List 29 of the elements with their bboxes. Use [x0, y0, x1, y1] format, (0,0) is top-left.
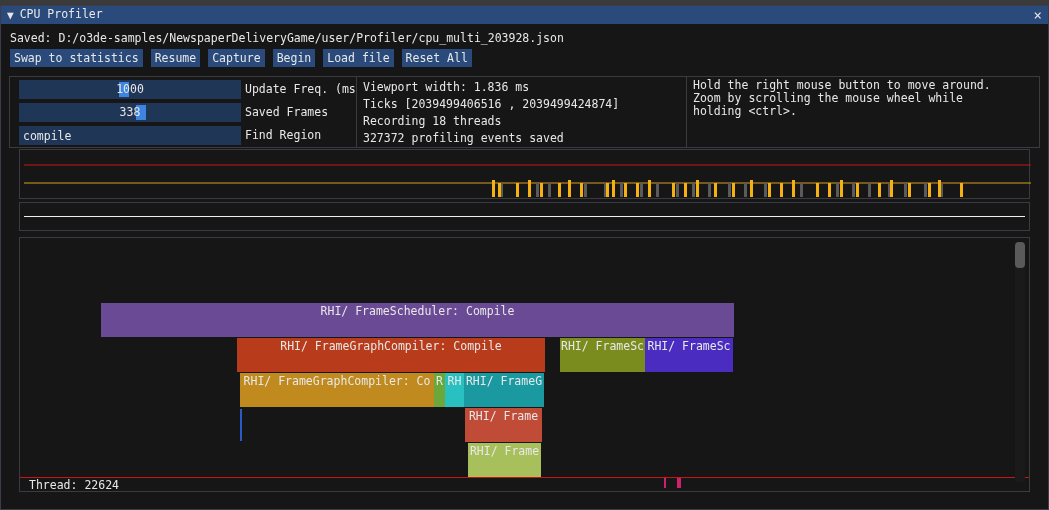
toolbar-button[interactable]: Swap to statistics: [10, 49, 143, 67]
hint-text: Hold the right mouse button to move around. Zoom by scrolling the mouse wheel while holding <ctrl>.: [693, 79, 992, 118]
info-text: Recording 18 threads: [363, 113, 503, 130]
control-label: Saved Frames: [245, 103, 329, 121]
profiler-region-bar[interactable]: RHI/ FrameGraphCompiler: Compile: [237, 338, 545, 372]
window-title: CPU Profiler: [19, 6, 103, 24]
info-text: 327372 profiling events saved: [363, 130, 565, 147]
toolbar-button[interactable]: Resume: [150, 49, 201, 67]
toolbar-button[interactable]: Load file: [323, 49, 394, 67]
control-label: Update Freq. (ms: [245, 80, 356, 98]
profiler-region-bar[interactable]: RHI/ FrameScheduler: Compile: [101, 303, 734, 337]
saved-path-text: Saved: D:/o3de-samples/NewspaperDeliveryGame/user/Profiler/cpu_multi_203928.json: [10, 30, 565, 46]
event-marker: [677, 478, 681, 488]
thread-label: Thread: 22624: [29, 478, 119, 492]
collapse-toggle[interactable]: ▼: [7, 9, 14, 21]
info-text: Viewport width: 1.836 ms: [363, 79, 531, 96]
scrollbar[interactable]: [1015, 242, 1025, 482]
event-marker: [240, 409, 242, 441]
event-marker: [664, 478, 666, 488]
toolbar-button[interactable]: Capture: [208, 49, 265, 67]
scrollbar-thumb[interactable]: [1015, 242, 1025, 268]
toolbar-button[interactable]: Begin: [272, 49, 316, 67]
control-label: Find Region: [245, 126, 322, 144]
profiler-region-bar[interactable]: RHI/ FrameSc: [645, 338, 733, 372]
toolbar-button[interactable]: Reset All: [401, 49, 472, 67]
info-text: Ticks [2039499406516 , 2039499424874]: [363, 96, 621, 113]
profiler-region-bar[interactable]: RHI/ Frame: [465, 408, 542, 442]
search-field[interactable]: compile: [19, 126, 241, 145]
close-button[interactable]: ×: [1033, 8, 1042, 22]
